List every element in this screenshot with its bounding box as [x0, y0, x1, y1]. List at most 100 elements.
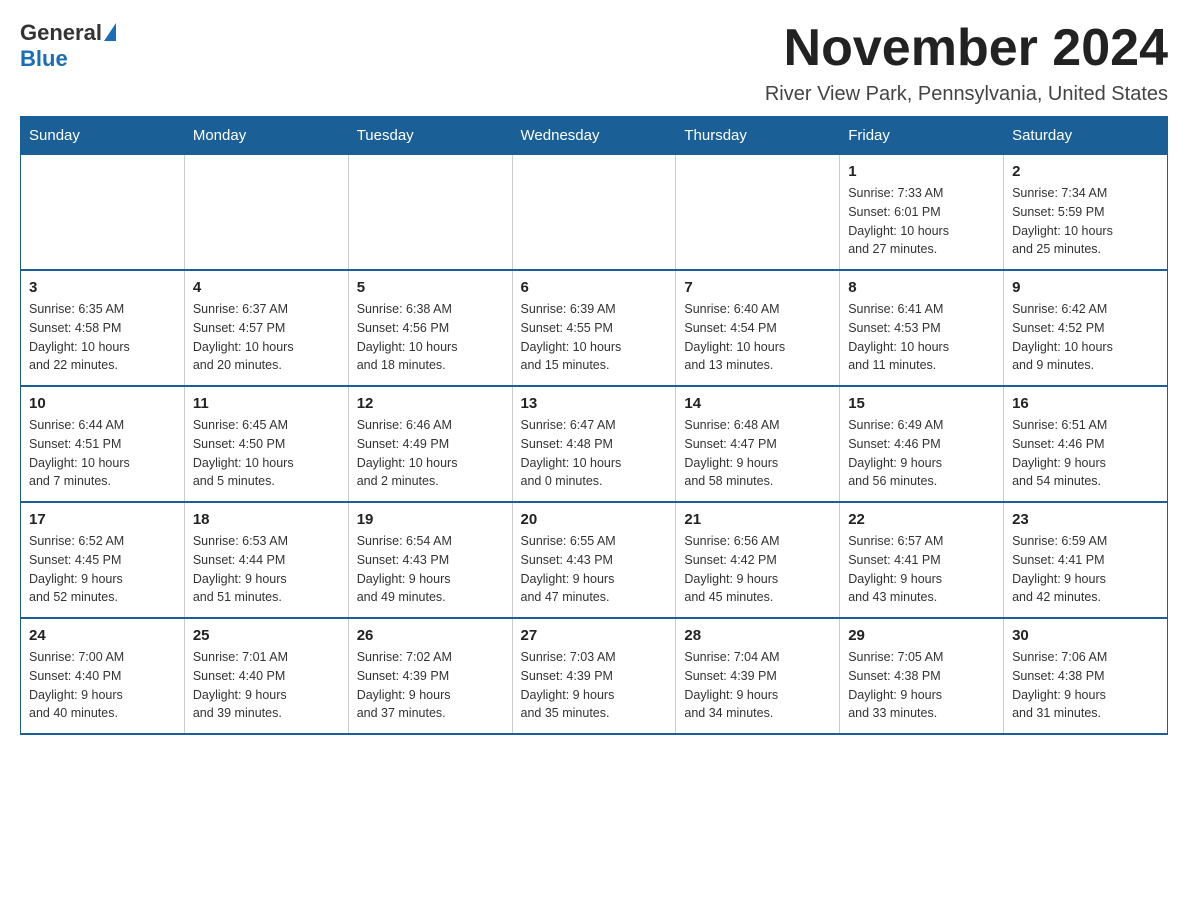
day-info: Sunrise: 6:57 AMSunset: 4:41 PMDaylight:… — [848, 532, 995, 607]
day-info: Sunrise: 6:39 AMSunset: 4:55 PMDaylight:… — [521, 300, 668, 375]
day-info: Sunrise: 7:06 AMSunset: 4:38 PMDaylight:… — [1012, 648, 1159, 723]
calendar-day-cell: 27Sunrise: 7:03 AMSunset: 4:39 PMDayligh… — [512, 618, 676, 734]
day-number: 14 — [684, 395, 831, 412]
logo-triangle-icon — [104, 23, 116, 41]
calendar-day-cell — [676, 155, 840, 271]
day-info: Sunrise: 6:37 AMSunset: 4:57 PMDaylight:… — [193, 300, 340, 375]
calendar-day-cell: 6 Sunrise: 6:39 AMSunset: 4:55 PMDaylight… — [512, 270, 676, 386]
day-info: Sunrise: 6:46 AMSunset: 4:49 PMDaylight:… — [357, 416, 504, 491]
calendar-header-row: SundayMondayTuesdayWednesdayThursdayFrid… — [21, 117, 1168, 155]
day-info: Sunrise: 6:41 AMSunset: 4:53 PMDaylight:… — [848, 300, 995, 375]
day-number: 10 — [29, 395, 176, 412]
day-number: 22 — [848, 511, 995, 528]
calendar-day-cell: 18 Sunrise: 6:53 AMSunset: 4:44 PMDayligh… — [184, 502, 348, 618]
calendar-day-cell: 21 Sunrise: 6:56 AMSunset: 4:42 PMDayligh… — [676, 502, 840, 618]
calendar-day-cell: 5 Sunrise: 6:38 AMSunset: 4:56 PMDaylight… — [348, 270, 512, 386]
calendar-day-cell: 14 Sunrise: 6:48 AMSunset: 4:47 PMDayligh… — [676, 386, 840, 502]
day-number: 17 — [29, 511, 176, 528]
day-number: 30 — [1012, 627, 1159, 644]
day-info: Sunrise: 6:44 AMSunset: 4:51 PMDaylight:… — [29, 416, 176, 491]
day-info: Sunrise: 6:40 AMSunset: 4:54 PMDaylight:… — [684, 300, 831, 375]
weekday-header-friday: Friday — [840, 117, 1004, 155]
day-number: 6 — [521, 279, 668, 296]
calendar-day-cell: 23Sunrise: 6:59 AMSunset: 4:41 PMDayligh… — [1004, 502, 1168, 618]
day-info: Sunrise: 6:38 AMSunset: 4:56 PMDaylight:… — [357, 300, 504, 375]
day-number: 15 — [848, 395, 995, 412]
calendar-week-row: 1 Sunrise: 7:33 AMSunset: 6:01 PMDaylight… — [21, 155, 1168, 271]
day-number: 20 — [521, 511, 668, 528]
day-number: 21 — [684, 511, 831, 528]
day-info: Sunrise: 6:35 AMSunset: 4:58 PMDaylight:… — [29, 300, 176, 375]
calendar-day-cell: 28Sunrise: 7:04 AMSunset: 4:39 PMDayligh… — [676, 618, 840, 734]
day-number: 5 — [357, 279, 504, 296]
title-area: November 2024 River View Park, Pennsylva… — [765, 20, 1168, 106]
logo-blue-text: Blue — [20, 46, 68, 72]
day-info: Sunrise: 6:51 AMSunset: 4:46 PMDaylight:… — [1012, 416, 1159, 491]
calendar-day-cell: 29 Sunrise: 7:05 AMSunset: 4:38 PMDayligh… — [840, 618, 1004, 734]
day-number: 16 — [1012, 395, 1159, 412]
calendar-day-cell: 17 Sunrise: 6:52 AMSunset: 4:45 PMDayligh… — [21, 502, 185, 618]
weekday-header-sunday: Sunday — [21, 117, 185, 155]
calendar-day-cell: 20Sunrise: 6:55 AMSunset: 4:43 PMDayligh… — [512, 502, 676, 618]
day-number: 29 — [848, 627, 995, 644]
weekday-header-saturday: Saturday — [1004, 117, 1168, 155]
day-info: Sunrise: 6:56 AMSunset: 4:42 PMDaylight:… — [684, 532, 831, 607]
weekday-header-thursday: Thursday — [676, 117, 840, 155]
logo-general-text: General — [20, 20, 102, 46]
day-number: 25 — [193, 627, 340, 644]
day-number: 1 — [848, 163, 995, 180]
day-info: Sunrise: 6:53 AMSunset: 4:44 PMDaylight:… — [193, 532, 340, 607]
calendar-week-row: 10 Sunrise: 6:44 AMSunset: 4:51 PMDayligh… — [21, 386, 1168, 502]
calendar-day-cell: 4 Sunrise: 6:37 AMSunset: 4:57 PMDaylight… — [184, 270, 348, 386]
calendar-day-cell — [348, 155, 512, 271]
day-info: Sunrise: 7:00 AMSunset: 4:40 PMDaylight:… — [29, 648, 176, 723]
weekday-header-tuesday: Tuesday — [348, 117, 512, 155]
day-number: 28 — [684, 627, 831, 644]
calendar-day-cell — [512, 155, 676, 271]
day-number: 9 — [1012, 279, 1159, 296]
calendar-day-cell: 11 Sunrise: 6:45 AMSunset: 4:50 PMDayligh… — [184, 386, 348, 502]
header: General Blue November 2024 River View Pa… — [20, 20, 1168, 106]
day-info: Sunrise: 6:45 AMSunset: 4:50 PMDaylight:… — [193, 416, 340, 491]
calendar-week-row: 24Sunrise: 7:00 AMSunset: 4:40 PMDayligh… — [21, 618, 1168, 734]
weekday-header-wednesday: Wednesday — [512, 117, 676, 155]
day-info: Sunrise: 7:34 AMSunset: 5:59 PMDaylight:… — [1012, 184, 1159, 259]
calendar-day-cell — [21, 155, 185, 271]
day-number: 27 — [521, 627, 668, 644]
calendar-day-cell: 3 Sunrise: 6:35 AMSunset: 4:58 PMDaylight… — [21, 270, 185, 386]
day-number: 13 — [521, 395, 668, 412]
calendar-day-cell: 24Sunrise: 7:00 AMSunset: 4:40 PMDayligh… — [21, 618, 185, 734]
day-number: 3 — [29, 279, 176, 296]
day-number: 19 — [357, 511, 504, 528]
day-number: 12 — [357, 395, 504, 412]
calendar-day-cell: 9 Sunrise: 6:42 AMSunset: 4:52 PMDaylight… — [1004, 270, 1168, 386]
day-number: 18 — [193, 511, 340, 528]
calendar-day-cell: 16 Sunrise: 6:51 AMSunset: 4:46 PMDayligh… — [1004, 386, 1168, 502]
calendar-day-cell: 15Sunrise: 6:49 AMSunset: 4:46 PMDayligh… — [840, 386, 1004, 502]
day-number: 4 — [193, 279, 340, 296]
day-info: Sunrise: 6:54 AMSunset: 4:43 PMDaylight:… — [357, 532, 504, 607]
calendar-day-cell: 10 Sunrise: 6:44 AMSunset: 4:51 PMDayligh… — [21, 386, 185, 502]
calendar-day-cell: 2 Sunrise: 7:34 AMSunset: 5:59 PMDaylight… — [1004, 155, 1168, 271]
calendar-day-cell: 7 Sunrise: 6:40 AMSunset: 4:54 PMDaylight… — [676, 270, 840, 386]
calendar-day-cell: 25 Sunrise: 7:01 AMSunset: 4:40 PMDayligh… — [184, 618, 348, 734]
weekday-header-monday: Monday — [184, 117, 348, 155]
subtitle: River View Park, Pennsylvania, United St… — [765, 83, 1168, 106]
calendar-table: SundayMondayTuesdayWednesdayThursdayFrid… — [20, 116, 1168, 735]
day-info: Sunrise: 6:52 AMSunset: 4:45 PMDaylight:… — [29, 532, 176, 607]
day-info: Sunrise: 7:01 AMSunset: 4:40 PMDaylight:… — [193, 648, 340, 723]
day-number: 7 — [684, 279, 831, 296]
day-info: Sunrise: 7:33 AMSunset: 6:01 PMDaylight:… — [848, 184, 995, 259]
day-number: 8 — [848, 279, 995, 296]
calendar-day-cell: 8 Sunrise: 6:41 AMSunset: 4:53 PMDaylight… — [840, 270, 1004, 386]
calendar-day-cell: 26Sunrise: 7:02 AMSunset: 4:39 PMDayligh… — [348, 618, 512, 734]
calendar-day-cell: 1 Sunrise: 7:33 AMSunset: 6:01 PMDaylight… — [840, 155, 1004, 271]
day-number: 11 — [193, 395, 340, 412]
day-info: Sunrise: 6:42 AMSunset: 4:52 PMDaylight:… — [1012, 300, 1159, 375]
day-number: 2 — [1012, 163, 1159, 180]
day-info: Sunrise: 7:05 AMSunset: 4:38 PMDaylight:… — [848, 648, 995, 723]
day-info: Sunrise: 6:48 AMSunset: 4:47 PMDaylight:… — [684, 416, 831, 491]
calendar-day-cell: 19 Sunrise: 6:54 AMSunset: 4:43 PMDayligh… — [348, 502, 512, 618]
calendar-day-cell — [184, 155, 348, 271]
calendar-week-row: 3 Sunrise: 6:35 AMSunset: 4:58 PMDaylight… — [21, 270, 1168, 386]
